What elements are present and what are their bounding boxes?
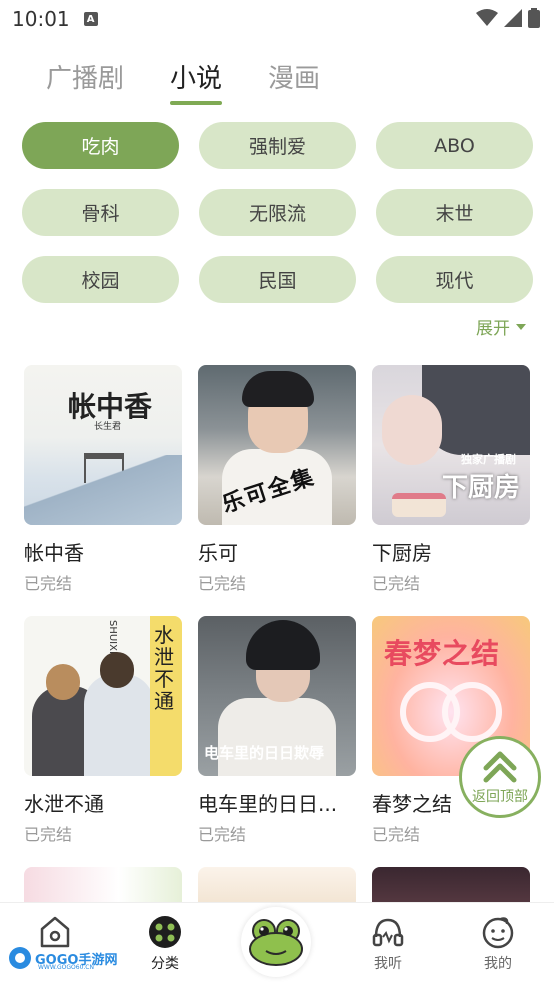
headphones-icon (372, 918, 404, 947)
battery-icon (528, 8, 540, 28)
tag-filter-grid: 吃肉 强制爱 ABO 骨科 无限流 末世 校园 民国 现代 (22, 122, 534, 303)
book-cover: 电车里的日日欺辱 (198, 616, 356, 776)
cover-title-text: 下厨房 (441, 473, 520, 503)
tag-chip[interactable]: 校园 (22, 256, 179, 303)
book-status: 已完结 (24, 574, 73, 593)
book-cover: 乐可全集 (198, 365, 356, 525)
character-head (46, 664, 80, 700)
cover-title-text: 春梦之结 (384, 637, 501, 670)
book-status: 已完结 (24, 825, 73, 844)
cover-title-text: 水泄不通 (154, 623, 174, 713)
tag-chip[interactable]: 骨科 (22, 189, 179, 236)
mountain-illustration (24, 455, 182, 525)
status-icons (476, 8, 540, 28)
book-grid: 帐中香 长生君 帐中香 已完结 乐可全集 乐可 已完结 独家广播剧 下厨房 下厨… (24, 365, 534, 911)
tab-novel[interactable]: 小说 (170, 58, 223, 105)
nav-category[interactable]: 分类 (135, 915, 195, 973)
character-hair (242, 371, 314, 407)
character-head (100, 652, 134, 688)
knot-illustration (442, 682, 502, 742)
back-to-top-label: 返回顶部 (472, 789, 528, 805)
book-title: 乐可 (198, 541, 238, 565)
book-cover: 独家广播剧 下厨房 (372, 365, 530, 525)
book-title: 帐中香 (24, 541, 84, 565)
status-bar: 10:01 A (0, 0, 554, 38)
book-card[interactable]: 乐可全集 乐可 已完结 (198, 365, 356, 594)
nav-home[interactable] (25, 915, 85, 949)
nav-listen-label: 我听 (374, 956, 402, 972)
tab-radio-drama[interactable]: 广播剧 (46, 58, 124, 105)
book-cover: SHUIXIEBUTONG 水泄不通 (24, 616, 182, 776)
cake-illustration (392, 493, 446, 517)
double-chevron-up-icon (483, 751, 517, 783)
back-to-top-button[interactable]: 返回顶部 (459, 736, 541, 818)
book-title: 水泄不通 (24, 792, 104, 816)
wifi-icon (476, 9, 498, 26)
nav-listen[interactable]: 我听 (358, 915, 418, 973)
profile-icon (482, 917, 514, 949)
expand-label: 展开 (476, 319, 510, 339)
notification-icon: A (83, 12, 98, 26)
book-card[interactable]: SHUIXIEBUTONG 水泄不通 水泄不通 已完结 (24, 616, 182, 845)
watermark-logo-icon (9, 947, 31, 969)
tag-chip[interactable]: 无限流 (199, 189, 356, 236)
nav-frog-center[interactable] (241, 907, 311, 977)
book-cover: 帐中香 长生君 (24, 365, 182, 525)
expand-tags-button[interactable]: 展开 (476, 314, 526, 339)
tag-chip[interactable]: 末世 (376, 189, 533, 236)
book-card[interactable]: 电车里的日日欺辱 电车里的日日... 已完结 (198, 616, 356, 845)
character-illustration (218, 698, 336, 776)
site-watermark: GOGO手游网 WWW.GOGO60.CN (8, 946, 117, 971)
watermark-subtext: WWW.GOGO60.CN (38, 964, 94, 971)
nav-profile-label: 我的 (484, 956, 512, 972)
tag-chip[interactable]: 强制爱 (199, 122, 356, 169)
bottom-nav: 分类 我听 我的 (0, 902, 554, 984)
character-illustration (84, 674, 154, 776)
cover-title-text: 电车里的日日欺辱 (204, 744, 325, 762)
tab-comic[interactable]: 漫画 (268, 58, 320, 105)
tag-chip[interactable]: 民国 (199, 256, 356, 303)
cover-author-text: 长生君 (94, 422, 122, 432)
cover-subtitle-text: 独家广播剧 (461, 453, 516, 466)
caret-down-icon (516, 323, 526, 330)
tag-chip[interactable]: 吃肉 (22, 122, 179, 169)
character-hair (246, 620, 320, 670)
nav-profile[interactable]: 我的 (468, 915, 528, 973)
book-card[interactable]: 独家广播剧 下厨房 下厨房 已完结 (372, 365, 530, 594)
nav-category-label: 分类 (151, 956, 179, 972)
status-time: 10:01 (12, 7, 70, 31)
tag-chip[interactable]: ABO (376, 122, 533, 169)
hand-illustration (382, 395, 442, 465)
book-status: 已完结 (198, 574, 247, 593)
content-type-tabs: 广播剧 小说 漫画 (46, 58, 320, 105)
frog-icon (249, 919, 303, 966)
book-status: 已完结 (198, 825, 247, 844)
book-card[interactable]: 帐中香 长生君 帐中香 已完结 (24, 365, 182, 594)
category-icon (149, 916, 181, 948)
book-title: 电车里的日日... (198, 792, 338, 816)
book-status: 已完结 (372, 825, 421, 844)
signal-icon (504, 9, 522, 27)
tag-chip[interactable]: 现代 (376, 256, 533, 303)
book-status: 已完结 (372, 574, 421, 593)
book-title: 下厨房 (372, 541, 432, 565)
home-icon (40, 916, 70, 948)
